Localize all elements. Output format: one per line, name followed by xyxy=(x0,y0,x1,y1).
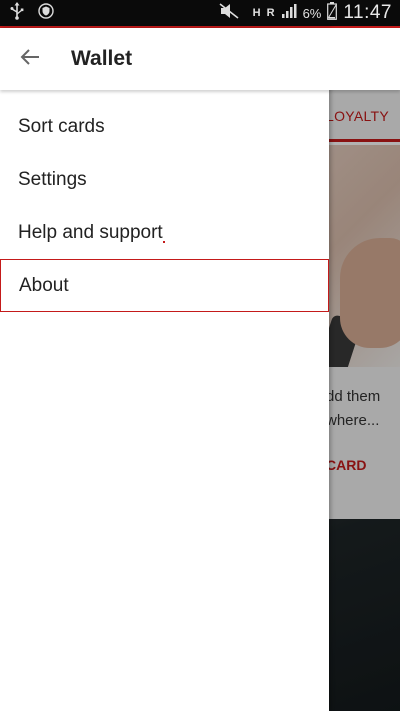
shield-icon xyxy=(38,2,54,24)
usb-icon xyxy=(10,1,24,25)
menu-item-about[interactable]: About xyxy=(0,259,329,312)
page-title: Wallet xyxy=(71,47,133,70)
menu-item-label: Sort cards xyxy=(18,115,105,137)
menu-item-label: About xyxy=(19,274,69,296)
clock: 11:47 xyxy=(343,2,392,23)
status-bar: H R 6% 11:47 xyxy=(0,0,400,28)
app-bar: Wallet xyxy=(0,28,400,90)
signal-icon xyxy=(281,3,297,24)
network-indicator: H xyxy=(252,7,261,19)
network-r-label: R xyxy=(266,7,275,19)
drawer-menu: Sort cards Settings Help and support Abo… xyxy=(0,100,329,312)
menu-item-label: Help and support xyxy=(18,221,163,243)
back-button[interactable] xyxy=(10,39,50,79)
menu-item-settings[interactable]: Settings xyxy=(0,153,329,206)
menu-item-help-support[interactable]: Help and support xyxy=(0,206,329,259)
back-arrow-icon xyxy=(20,48,40,71)
menu-item-sort-cards[interactable]: Sort cards xyxy=(0,100,329,153)
battery-percent: 6% xyxy=(302,5,322,21)
mute-icon xyxy=(219,2,239,24)
menu-item-label: Settings xyxy=(18,168,87,190)
network-h-label: H xyxy=(252,7,261,19)
focus-dot xyxy=(163,241,165,243)
battery-icon xyxy=(327,1,338,25)
navigation-drawer: Wallet Sort cards Settings Help and supp… xyxy=(0,28,400,711)
